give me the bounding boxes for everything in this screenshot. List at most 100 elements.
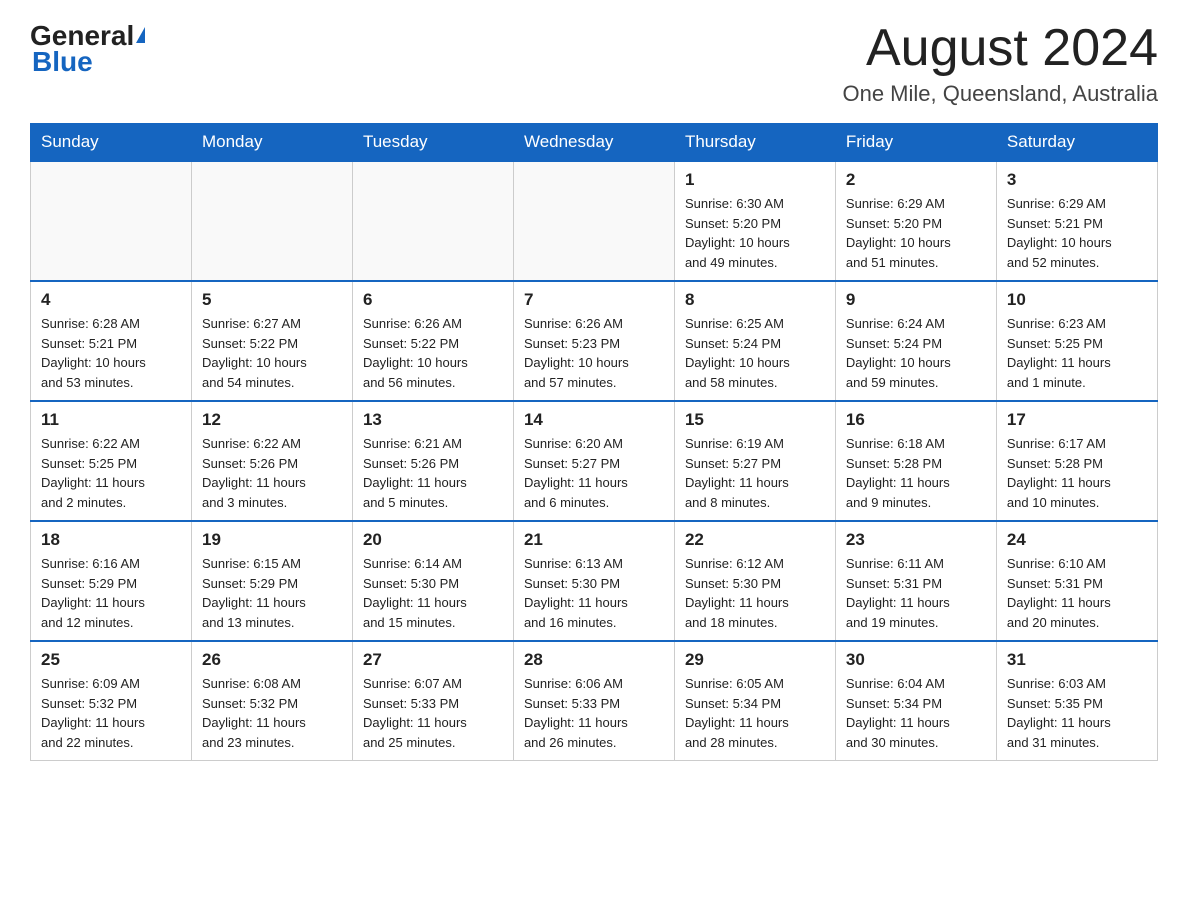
logo-blue: Blue [32, 46, 93, 78]
day-info: Sunrise: 6:23 AM Sunset: 5:25 PM Dayligh… [1007, 314, 1147, 392]
page-title: August 2024 [842, 20, 1158, 77]
calendar-cell-w2-d1: 5 Sunrise: 6:27 AM Sunset: 5:22 PM Daylig… [191, 281, 352, 401]
day-info: Sunrise: 6:12 AM Sunset: 5:30 PM Dayligh… [685, 554, 825, 632]
day-info: Sunrise: 6:06 AM Sunset: 5:33 PM Dayligh… [524, 674, 664, 752]
day-number: 24 [1007, 530, 1147, 550]
day-number: 28 [524, 650, 664, 670]
day-number: 7 [524, 290, 664, 310]
calendar-cell-w5-d3: 28 Sunrise: 6:06 AM Sunset: 5:33 PM Dayli… [513, 641, 674, 761]
day-number: 17 [1007, 410, 1147, 430]
day-number: 5 [202, 290, 342, 310]
day-number: 31 [1007, 650, 1147, 670]
day-info: Sunrise: 6:07 AM Sunset: 5:33 PM Dayligh… [363, 674, 503, 752]
calendar-header-row: Sunday Monday Tuesday Wednesday Thursday… [31, 124, 1158, 162]
calendar-cell-w3-d6: 17 Sunrise: 6:17 AM Sunset: 5:28 PM Dayli… [996, 401, 1157, 521]
day-number: 27 [363, 650, 503, 670]
day-number: 30 [846, 650, 986, 670]
day-info: Sunrise: 6:10 AM Sunset: 5:31 PM Dayligh… [1007, 554, 1147, 632]
day-info: Sunrise: 6:14 AM Sunset: 5:30 PM Dayligh… [363, 554, 503, 632]
day-info: Sunrise: 6:22 AM Sunset: 5:26 PM Dayligh… [202, 434, 342, 512]
header-sunday: Sunday [31, 124, 192, 162]
day-number: 12 [202, 410, 342, 430]
calendar-cell-w1-d4: 1Sunrise: 6:30 AM Sunset: 5:20 PM Daylig… [674, 161, 835, 281]
calendar-cell-w1-d5: 2Sunrise: 6:29 AM Sunset: 5:20 PM Daylig… [835, 161, 996, 281]
calendar-cell-w2-d4: 8Sunrise: 6:25 AM Sunset: 5:24 PM Daylig… [674, 281, 835, 401]
day-info: Sunrise: 6:24 AM Sunset: 5:24 PM Dayligh… [846, 314, 986, 392]
calendar-cell-w1-d0 [31, 161, 192, 281]
day-info: Sunrise: 6:15 AM Sunset: 5:29 PM Dayligh… [202, 554, 342, 632]
day-number: 3 [1007, 170, 1147, 190]
day-number: 26 [202, 650, 342, 670]
day-info: Sunrise: 6:30 AM Sunset: 5:20 PM Dayligh… [685, 194, 825, 272]
header-tuesday: Tuesday [352, 124, 513, 162]
day-number: 20 [363, 530, 503, 550]
calendar-cell-w3-d2: 13Sunrise: 6:21 AM Sunset: 5:26 PM Dayli… [352, 401, 513, 521]
calendar-cell-w1-d1 [191, 161, 352, 281]
calendar-cell-w2-d5: 9 Sunrise: 6:24 AM Sunset: 5:24 PM Daylig… [835, 281, 996, 401]
calendar-cell-w2-d3: 7 Sunrise: 6:26 AM Sunset: 5:23 PM Daylig… [513, 281, 674, 401]
logo: General Blue [30, 20, 145, 78]
header-friday: Friday [835, 124, 996, 162]
day-info: Sunrise: 6:27 AM Sunset: 5:22 PM Dayligh… [202, 314, 342, 392]
day-info: Sunrise: 6:19 AM Sunset: 5:27 PM Dayligh… [685, 434, 825, 512]
day-number: 10 [1007, 290, 1147, 310]
week-row-2: 4Sunrise: 6:28 AM Sunset: 5:21 PM Daylig… [31, 281, 1158, 401]
day-number: 18 [41, 530, 181, 550]
day-info: Sunrise: 6:16 AM Sunset: 5:29 PM Dayligh… [41, 554, 181, 632]
day-info: Sunrise: 6:04 AM Sunset: 5:34 PM Dayligh… [846, 674, 986, 752]
calendar-cell-w3-d1: 12 Sunrise: 6:22 AM Sunset: 5:26 PM Dayli… [191, 401, 352, 521]
calendar-cell-w2-d0: 4Sunrise: 6:28 AM Sunset: 5:21 PM Daylig… [31, 281, 192, 401]
calendar-cell-w4-d3: 21 Sunrise: 6:13 AM Sunset: 5:30 PM Dayli… [513, 521, 674, 641]
header-saturday: Saturday [996, 124, 1157, 162]
week-row-3: 11Sunrise: 6:22 AM Sunset: 5:25 PM Dayli… [31, 401, 1158, 521]
week-row-4: 18 Sunrise: 6:16 AM Sunset: 5:29 PM Dayli… [31, 521, 1158, 641]
calendar-cell-w2-d6: 10 Sunrise: 6:23 AM Sunset: 5:25 PM Dayli… [996, 281, 1157, 401]
calendar-cell-w1-d6: 3 Sunrise: 6:29 AM Sunset: 5:21 PM Daylig… [996, 161, 1157, 281]
day-info: Sunrise: 6:11 AM Sunset: 5:31 PM Dayligh… [846, 554, 986, 632]
calendar-cell-w5-d5: 30 Sunrise: 6:04 AM Sunset: 5:34 PM Dayli… [835, 641, 996, 761]
day-info: Sunrise: 6:18 AM Sunset: 5:28 PM Dayligh… [846, 434, 986, 512]
day-info: Sunrise: 6:09 AM Sunset: 5:32 PM Dayligh… [41, 674, 181, 752]
logo-triangle-icon [136, 27, 145, 43]
day-info: Sunrise: 6:26 AM Sunset: 5:23 PM Dayligh… [524, 314, 664, 392]
day-number: 13 [363, 410, 503, 430]
calendar-cell-w5-d1: 26Sunrise: 6:08 AM Sunset: 5:32 PM Dayli… [191, 641, 352, 761]
day-number: 16 [846, 410, 986, 430]
day-info: Sunrise: 6:13 AM Sunset: 5:30 PM Dayligh… [524, 554, 664, 632]
week-row-1: 1Sunrise: 6:30 AM Sunset: 5:20 PM Daylig… [31, 161, 1158, 281]
page-header: General Blue August 2024 One Mile, Queen… [30, 20, 1158, 107]
header-thursday: Thursday [674, 124, 835, 162]
calendar-cell-w4-d2: 20 Sunrise: 6:14 AM Sunset: 5:30 PM Dayli… [352, 521, 513, 641]
title-area: August 2024 One Mile, Queensland, Austra… [842, 20, 1158, 107]
day-number: 19 [202, 530, 342, 550]
calendar-table: Sunday Monday Tuesday Wednesday Thursday… [30, 123, 1158, 761]
day-info: Sunrise: 6:03 AM Sunset: 5:35 PM Dayligh… [1007, 674, 1147, 752]
day-number: 14 [524, 410, 664, 430]
calendar-cell-w5-d2: 27 Sunrise: 6:07 AM Sunset: 5:33 PM Dayli… [352, 641, 513, 761]
day-info: Sunrise: 6:20 AM Sunset: 5:27 PM Dayligh… [524, 434, 664, 512]
day-info: Sunrise: 6:28 AM Sunset: 5:21 PM Dayligh… [41, 314, 181, 392]
calendar-cell-w4-d6: 24 Sunrise: 6:10 AM Sunset: 5:31 PM Dayli… [996, 521, 1157, 641]
day-number: 21 [524, 530, 664, 550]
page-subtitle: One Mile, Queensland, Australia [842, 81, 1158, 107]
day-number: 9 [846, 290, 986, 310]
day-info: Sunrise: 6:17 AM Sunset: 5:28 PM Dayligh… [1007, 434, 1147, 512]
day-info: Sunrise: 6:05 AM Sunset: 5:34 PM Dayligh… [685, 674, 825, 752]
calendar-cell-w4-d5: 23Sunrise: 6:11 AM Sunset: 5:31 PM Dayli… [835, 521, 996, 641]
day-number: 6 [363, 290, 503, 310]
day-number: 25 [41, 650, 181, 670]
calendar-cell-w5-d4: 29Sunrise: 6:05 AM Sunset: 5:34 PM Dayli… [674, 641, 835, 761]
calendar-cell-w3-d0: 11Sunrise: 6:22 AM Sunset: 5:25 PM Dayli… [31, 401, 192, 521]
day-number: 2 [846, 170, 986, 190]
calendar-cell-w4-d0: 18 Sunrise: 6:16 AM Sunset: 5:29 PM Dayli… [31, 521, 192, 641]
day-number: 8 [685, 290, 825, 310]
calendar-cell-w4-d1: 19 Sunrise: 6:15 AM Sunset: 5:29 PM Dayli… [191, 521, 352, 641]
week-row-5: 25 Sunrise: 6:09 AM Sunset: 5:32 PM Dayli… [31, 641, 1158, 761]
day-info: Sunrise: 6:29 AM Sunset: 5:21 PM Dayligh… [1007, 194, 1147, 272]
calendar-cell-w3-d4: 15Sunrise: 6:19 AM Sunset: 5:27 PM Dayli… [674, 401, 835, 521]
day-info: Sunrise: 6:26 AM Sunset: 5:22 PM Dayligh… [363, 314, 503, 392]
calendar-cell-w5-d0: 25 Sunrise: 6:09 AM Sunset: 5:32 PM Dayli… [31, 641, 192, 761]
day-number: 11 [41, 410, 181, 430]
calendar-cell-w3-d3: 14 Sunrise: 6:20 AM Sunset: 5:27 PM Dayli… [513, 401, 674, 521]
day-number: 22 [685, 530, 825, 550]
